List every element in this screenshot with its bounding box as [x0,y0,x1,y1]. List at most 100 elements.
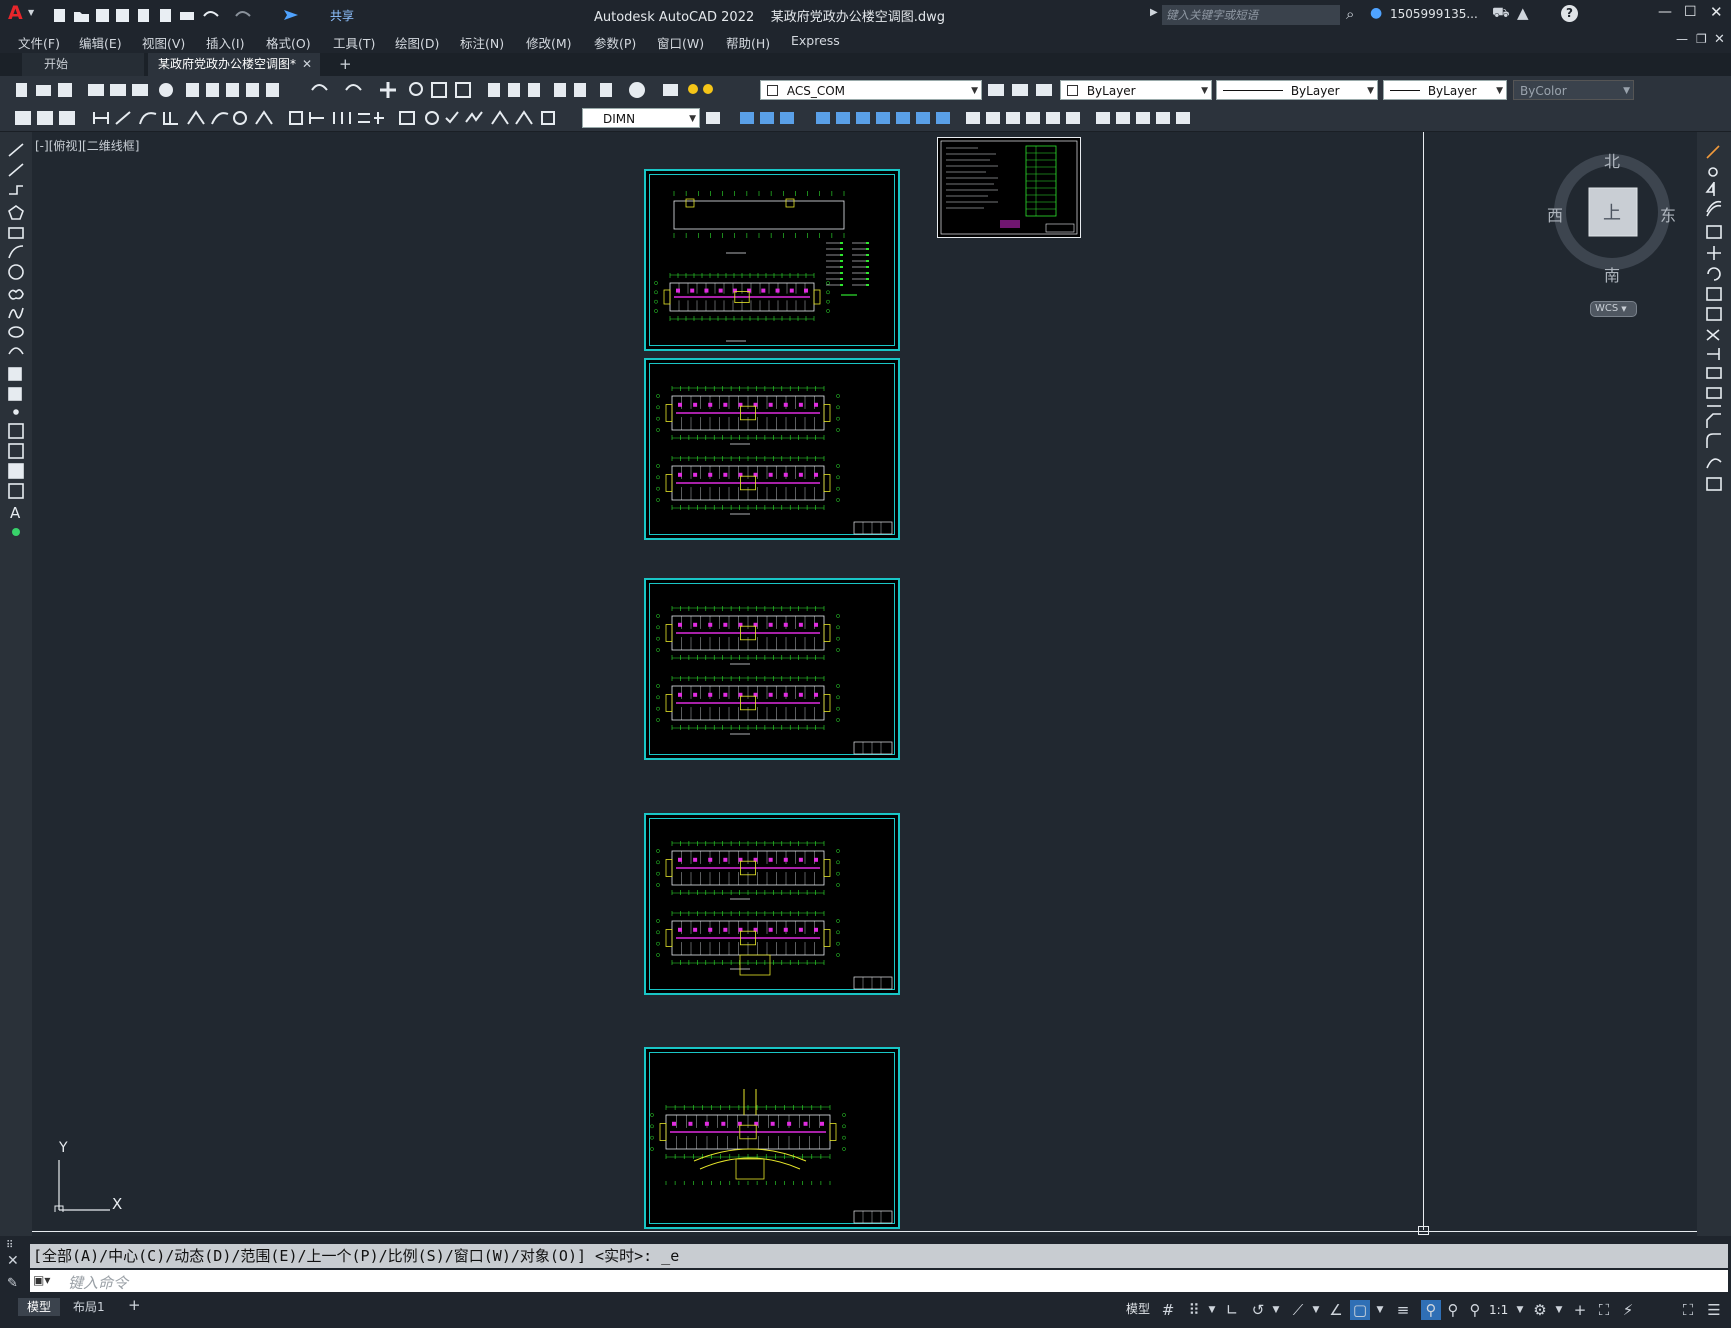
menu-view[interactable]: 视图(V) [142,33,185,52]
chevron-down-icon[interactable]: ▼ [1510,1300,1530,1320]
add-layout-icon[interactable]: + [128,1296,141,1314]
viewcube-south[interactable]: 南 [1604,262,1620,286]
chevron-down-icon[interactable]: ▼ [1306,1300,1326,1320]
isolate-objects-icon[interactable]: ⛶ [1594,1300,1614,1320]
draw-order-toolbar-icons[interactable] [704,104,1214,132]
ortho-icon[interactable]: ∟ [1222,1300,1242,1320]
layer-name: ACS_COM [786,84,845,98]
gear-icon[interactable]: ⚙ [1530,1300,1550,1320]
menu-dimension[interactable]: 标注(N) [460,33,504,52]
drawing-sheet-2[interactable] [644,358,900,540]
isodraft-icon[interactable]: ⟋ [1288,1300,1308,1320]
object-snap-icon[interactable]: ▢ [1350,1300,1370,1320]
tab-layout1-label: 布局1 [73,1300,105,1314]
menu-insert[interactable]: 插入(I) [206,33,244,52]
annotation-visibility-icon[interactable]: ⚲ [1421,1300,1441,1320]
close-icon[interactable]: ✕ [1710,3,1723,21]
viewport-label[interactable]: [-][俯视][二维线框] [35,137,139,154]
lineweight-dropdown[interactable]: ByLayer ▼ [1383,80,1507,100]
command-grip-icon[interactable]: ⠿ [6,1240,13,1251]
markup-icon [574,83,586,97]
search-box[interactable]: 键入关键字或短语 [1162,5,1340,25]
menu-express[interactable]: Express [791,33,840,48]
search-icon[interactable]: ⌕ [1346,5,1354,23]
viewcube-north[interactable]: 北 [1604,148,1620,172]
drawing-canvas[interactable]: [-][俯视][二维线框] 北 南 西 东 上 WCS ▼ Y X [32,132,1697,1236]
dimstyle-dropdown[interactable]: DIMN ▼ [582,108,700,128]
drawing-sheet-3[interactable] [644,578,900,760]
menu-modify[interactable]: 修改(M) [526,33,572,52]
user-name[interactable]: 1505999135... [1390,7,1478,21]
linear-dim-icon [93,112,109,124]
help-icon[interactable]: ? [1561,5,1578,22]
lineweight-icon[interactable]: ≡ [1393,1300,1413,1320]
menu-format[interactable]: 格式(O) [266,33,311,52]
new-tab-icon[interactable]: + [339,55,352,73]
menu-help[interactable]: 帮助(H) [726,33,770,52]
viewcube-east[interactable]: 东 [1660,202,1676,226]
customize-icon[interactable]: ✎ [7,1276,18,1291]
autodesk-a360-icon[interactable]: ▲ [1517,4,1529,22]
share-label[interactable]: 共享 [330,7,354,24]
command-close-icon[interactable]: ✕ [7,1253,19,1269]
color-dropdown[interactable]: ByLayer ▼ [1060,80,1212,100]
model-space-button[interactable]: 模型 [1122,1298,1154,1320]
clean-screen-icon[interactable]: ⛶ [1678,1300,1698,1320]
modify-toolbar-icons[interactable] [1697,132,1731,552]
legend-sheet[interactable] [937,137,1081,238]
linetype-dropdown[interactable]: ByLayer ▼ [1216,80,1378,100]
layer-dropdown[interactable]: ACS_COM ▼ [760,80,982,100]
tab-close-icon[interactable]: ✕ [302,53,312,76]
doc-restore-icon[interactable]: ❐ [1696,32,1707,46]
chevron-down-icon[interactable]: ▼ [1549,1300,1569,1320]
annotation-scale-icon[interactable]: ⚲ [1465,1300,1485,1320]
tab-start[interactable]: 开始 [22,53,144,76]
app-logo[interactable]: A [8,2,23,24]
menu-edit[interactable]: 编辑(E) [79,33,122,52]
tab-active-drawing[interactable]: 某政府党政办公楼空调图* ✕ [148,53,320,76]
cart-icon[interactable]: ⛟ [1492,5,1510,23]
viewcube-west[interactable]: 西 [1547,202,1563,226]
polar-icon[interactable]: ↺ [1248,1300,1268,1320]
draw-toolbar-icons[interactable]: A [0,132,32,592]
annotation-scale-value[interactable]: 1:1 [1489,1303,1508,1317]
customization-menu-icon[interactable]: ☰ [1704,1300,1724,1320]
standard-toolbar-icons[interactable] [0,76,660,104]
dimension-toolbar-icons[interactable] [0,104,580,132]
grid-icon[interactable]: # [1158,1300,1178,1320]
viewcube[interactable]: 北 南 西 东 上 WCS ▼ [1544,132,1694,317]
viewcube-top-face[interactable]: 上 [1603,199,1621,225]
tab-model[interactable]: 模型 [18,1298,61,1316]
minimize-icon[interactable]: — [1658,4,1672,20]
tab-layout1[interactable]: 布局1 [64,1298,114,1316]
plotstyle-dropdown[interactable]: ByColor ▼ [1513,80,1634,100]
object-snap-tracking-icon[interactable]: ∠ [1326,1300,1346,1320]
drawing-sheet-5[interactable] [644,1047,900,1229]
chevron-down-icon[interactable]: ▼ [1370,1300,1390,1320]
layer-tools-icons[interactable] [984,76,1056,104]
menu-parametric[interactable]: 参数(P) [594,33,636,52]
snap-icon[interactable]: ⠿ [1184,1300,1204,1320]
command-input[interactable]: ▣▾ 键入命令 [30,1270,1728,1292]
chevron-down-icon[interactable]: ▼ [1202,1300,1222,1320]
user-icon[interactable]: ● [1370,5,1382,21]
wcs-dropdown[interactable]: WCS ▼ [1590,301,1637,317]
doc-minimize-icon[interactable]: — [1676,32,1688,46]
maximize-icon[interactable]: ☐ [1684,4,1697,20]
tool-palettes-icon [528,83,540,97]
menu-file[interactable]: 文件(F) [18,33,60,52]
layer-toolbar-icons[interactable] [660,76,716,104]
search-expand-icon[interactable]: ▶ [1150,7,1158,18]
menu-draw[interactable]: 绘图(D) [395,33,439,52]
doc-close-icon[interactable]: ✕ [1714,32,1725,47]
menu-tools[interactable]: 工具(T) [333,33,375,52]
auto-scale-icon[interactable]: ⚲ [1443,1300,1463,1320]
menu-window[interactable]: 窗口(W) [657,33,704,52]
recent-commands-icon[interactable]: ▣▾ [33,1273,50,1287]
drawing-sheet-4[interactable] [644,813,900,995]
hardware-acceleration-icon[interactable]: ⚡ [1618,1300,1638,1320]
drawing-sheet-1[interactable] [644,169,900,351]
app-menu-arrow-icon[interactable]: ▼ [28,8,34,17]
chevron-down-icon[interactable]: ▼ [1266,1300,1286,1320]
plus-icon[interactable]: + [1570,1300,1590,1320]
